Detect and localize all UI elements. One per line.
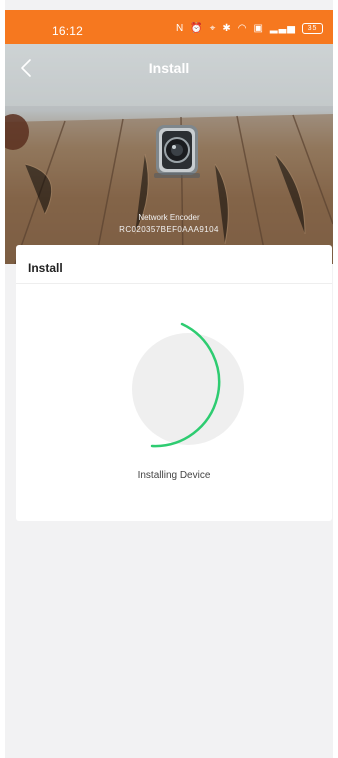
install-card-header: Install [28, 261, 63, 275]
signal-icon: ▂▃▅ [269, 23, 296, 34]
card-divider [16, 283, 332, 284]
install-screen: 16:12 N ⏰ ⌖ ✱ ◠ ▣ ▂▃▅ 35 Install Network… [5, 0, 333, 758]
alarm-icon: ⏰ [190, 23, 204, 34]
device-serial: RC020357BEF0AAA9104 [119, 225, 219, 234]
wifi-icon: ◠ [237, 23, 248, 34]
location-icon: ⌖ [209, 23, 217, 34]
bluetooth-icon: ✱ [222, 23, 232, 34]
network-encoder-image [154, 125, 200, 178]
progress-inner-circle [132, 333, 244, 445]
install-card: Install Installing Device [16, 245, 332, 521]
install-progress-indicator [132, 322, 244, 448]
status-icons: N ⏰ ⌖ ✱ ◠ ▣ ▂▃▅ 35 [176, 23, 323, 34]
status-bar: 16:12 N ⏰ ⌖ ✱ ◠ ▣ ▂▃▅ 35 [5, 10, 333, 44]
install-status-text: Installing Device [137, 470, 211, 481]
sim-icon: ▣ [253, 23, 264, 34]
page-title: Install [148, 60, 190, 76]
battery-icon: 35 [302, 23, 323, 34]
nfc-icon: N [176, 23, 185, 34]
device-name: Network Encoder [138, 213, 200, 222]
status-time: 16:12 [52, 24, 84, 38]
